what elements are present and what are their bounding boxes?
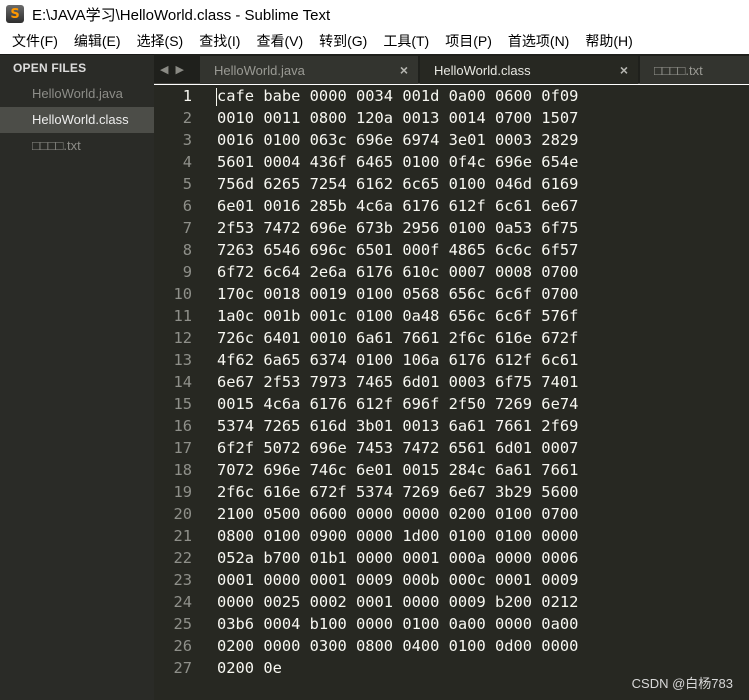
code-line: 0800 0100 0900 0000 1d00 0100 0100 0000 (217, 527, 579, 545)
code-line: 6e01 0016 285b 4c6a 6176 612f 6c61 6e67 (217, 197, 579, 215)
line-number: 25 (173, 615, 192, 633)
tab-label: HelloWorld.java (214, 62, 305, 78)
code-area[interactable]: cafe babe 0000 0034 001d 0a00 0600 0f09 0… (217, 85, 749, 679)
menu-bar: 文件(F) 编辑(E) 选择(S) 查找(I) 查看(V) 转到(G) 工具(T… (0, 28, 749, 54)
close-icon[interactable]: × (620, 62, 628, 78)
menu-selection[interactable]: 选择(S) (129, 31, 192, 51)
menu-preferences[interactable]: 首选项(N) (500, 31, 577, 51)
line-number: 27 (173, 659, 192, 677)
code-line: 1a0c 001b 001c 0100 0a48 656c 6c6f 576f (217, 307, 579, 325)
line-number: 10 (173, 285, 192, 303)
code-line: 5601 0004 436f 6465 0100 0f4c 696e 654e (217, 153, 579, 171)
line-number-gutter: 1 2 3 4 5 6 7 8 9 10 11 12 13 14 15 16 17 18 19 20 21 22 23 24 2… (154, 85, 204, 700)
menu-file[interactable]: 文件(F) (4, 31, 66, 51)
code-line: 0200 0000 0300 0800 0400 0100 0d00 0000 (217, 637, 579, 655)
watermark: CSDN @白杨783 (631, 676, 733, 691)
sublime-text-icon: S (6, 5, 24, 23)
menu-tools[interactable]: 工具(T) (375, 31, 437, 51)
menu-goto[interactable]: 转到(G) (311, 31, 375, 51)
line-number: 26 (173, 637, 192, 655)
menu-view[interactable]: 查看(V) (248, 31, 311, 51)
line-number: 17 (173, 439, 192, 457)
code-line: 2100 0500 0600 0000 0000 0200 0100 0700 (217, 505, 579, 523)
menu-edit[interactable]: 编辑(E) (66, 31, 129, 51)
code-line: 2f6c 616e 672f 5374 7269 6e67 3b29 5600 (217, 483, 579, 501)
menu-help[interactable]: 帮助(H) (577, 31, 640, 51)
line-number: 22 (173, 549, 192, 567)
line-number: 14 (173, 373, 192, 391)
menu-find[interactable]: 查找(I) (191, 31, 248, 51)
line-number: 18 (173, 461, 192, 479)
sidebar-file-txt[interactable]: □□□□.txt (0, 133, 154, 159)
code-line: 0015 4c6a 6176 612f 696f 2f50 7269 6e74 (217, 395, 579, 413)
close-icon[interactable]: × (400, 62, 408, 78)
line-number: 8 (182, 241, 192, 259)
tab-txt[interactable]: □□□□.txt (640, 56, 749, 84)
code-line: 0010 0011 0800 120a 0013 0014 0700 1507 (217, 109, 579, 127)
code-line: 756d 6265 7254 6162 6c65 0100 046d 6169 (217, 175, 579, 193)
code-line: 7263 6546 696c 6501 000f 4865 6c6c 6f57 (217, 241, 579, 259)
code-line: 052a b700 01b1 0000 0001 000a 0000 0006 (217, 549, 579, 567)
tab-scroll-right-icon[interactable]: ▶ (175, 63, 183, 76)
code-line: 0001 0000 0001 0009 000b 000c 0001 0009 (217, 571, 579, 589)
code-line: 6f2f 5072 696e 7453 7472 6561 6d01 0007 (217, 439, 579, 457)
sidebar: OPEN FILES HelloWorld.java HelloWorld.cl… (0, 54, 154, 700)
tab-hello-world-java[interactable]: HelloWorld.java × (200, 56, 418, 84)
tab-navigation: ◀ ▶ (160, 54, 184, 84)
line-number: 1 (182, 87, 192, 105)
title-bar: S E:\JAVA学习\HelloWorld.class - Sublime T… (0, 0, 749, 28)
code-line: 6f72 6c64 2e6a 6176 610c 0007 0008 0700 (217, 263, 579, 281)
text-cursor (216, 88, 217, 106)
line-number: 13 (173, 351, 192, 369)
code-line: cafe babe 0000 0034 001d 0a00 0600 0f09 (217, 87, 579, 105)
line-number: 21 (173, 527, 192, 545)
line-number: 12 (173, 329, 192, 347)
line-number: 6 (182, 197, 192, 215)
line-number: 23 (173, 571, 192, 589)
code-line: 0016 0100 063c 696e 6974 3e01 0003 2829 (217, 131, 579, 149)
code-line: 7072 696e 746c 6e01 0015 284c 6a61 7661 (217, 461, 579, 479)
tab-label: □□□□.txt (654, 62, 703, 78)
sidebar-file-hello-world-class[interactable]: HelloWorld.class (0, 107, 154, 133)
code-line: 6e67 2f53 7973 7465 6d01 0003 6f75 7401 (217, 373, 579, 391)
tab-bar: ◀ ▶ HelloWorld.java × HelloWorld.class ×… (154, 54, 749, 84)
editor-pane[interactable]: 1 2 3 4 5 6 7 8 9 10 11 12 13 14 15 16 17 18 19 20 21 22 23 24 2… (154, 85, 749, 700)
line-number: 5 (182, 175, 192, 193)
code-line: 2f53 7472 696e 673b 2956 0100 0a53 6f75 (217, 219, 579, 237)
sidebar-file-hello-world-java[interactable]: HelloWorld.java (0, 81, 154, 107)
code-line: 4f62 6a65 6374 0100 106a 6176 612f 6c61 (217, 351, 579, 369)
line-number: 4 (182, 153, 192, 171)
line-number: 2 (182, 109, 192, 127)
tab-label: HelloWorld.class (434, 62, 531, 78)
window-title: E:\JAVA学习\HelloWorld.class - Sublime Tex… (32, 6, 331, 24)
code-line: 03b6 0004 b100 0000 0100 0a00 0000 0a00 (217, 615, 579, 633)
menu-project[interactable]: 项目(P) (437, 31, 500, 51)
open-files-header: OPEN FILES (13, 61, 87, 75)
line-number: 15 (173, 395, 192, 413)
line-number: 9 (182, 263, 192, 281)
code-line: 170c 0018 0019 0100 0568 656c 6c6f 0700 (217, 285, 579, 303)
tab-hello-world-class[interactable]: HelloWorld.class × (420, 56, 638, 84)
line-number: 24 (173, 593, 192, 611)
line-number: 3 (182, 131, 192, 149)
code-line: 0000 0025 0002 0001 0000 0009 b200 0212 (217, 593, 579, 611)
line-number: 20 (173, 505, 192, 523)
line-number: 16 (173, 417, 192, 435)
line-number: 7 (182, 219, 192, 237)
code-line: 5374 7265 616d 3b01 0013 6a61 7661 2f69 (217, 417, 579, 435)
tab-scroll-left-icon[interactable]: ◀ (160, 63, 168, 76)
code-line: 726c 6401 0010 6a61 7661 2f6c 616e 672f (217, 329, 579, 347)
line-number: 19 (173, 483, 192, 501)
line-number: 11 (173, 307, 192, 325)
